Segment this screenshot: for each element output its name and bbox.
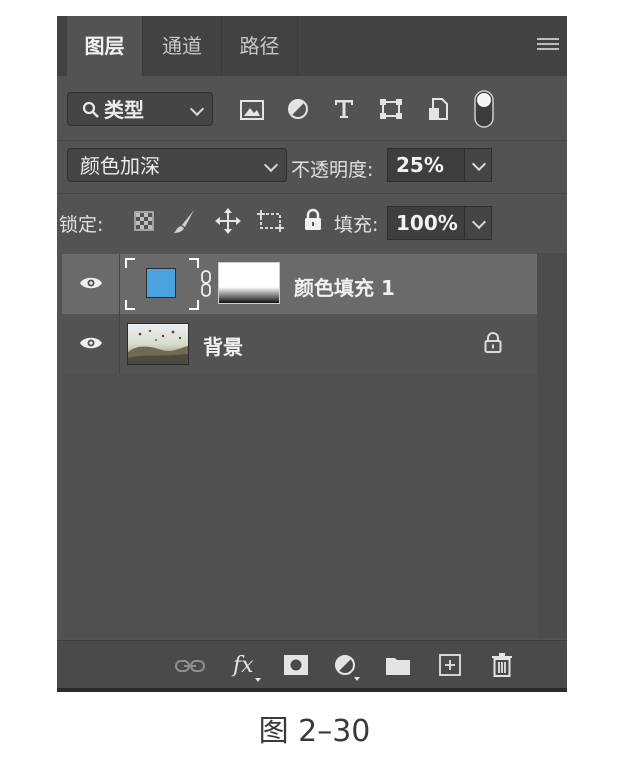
opacity-field[interactable]: 25% (387, 148, 465, 182)
new-group-icon[interactable] (386, 655, 410, 675)
fx-icon[interactable]: fx (231, 650, 263, 684)
adjustment-filter-icon[interactable] (287, 98, 309, 120)
chevron-down-icon (471, 214, 487, 230)
lock-image-pixels-icon[interactable] (172, 208, 196, 234)
link-layers-icon[interactable] (175, 658, 205, 674)
layer-visibility-cell (62, 254, 120, 314)
lock-transparent-pixels-icon[interactable] (134, 211, 154, 231)
filter-toggle-icon[interactable] (473, 90, 495, 130)
panel-menu-icon[interactable] (537, 38, 559, 54)
opacity-dropdown[interactable] (464, 148, 492, 182)
svg-text:fx: fx (231, 653, 254, 678)
delete-layer-icon[interactable] (491, 652, 513, 678)
tab-channels[interactable]: 通道 (143, 16, 221, 76)
filter-type-select[interactable]: 类型 (67, 92, 213, 126)
tab-paths[interactable]: 路径 (222, 16, 297, 76)
add-mask-icon[interactable] (284, 655, 308, 675)
lock-row: 锁定: 填充: 100% (57, 194, 567, 252)
figure-caption: 图 2–30 (258, 714, 371, 749)
lock-label: 锁定: (59, 214, 104, 236)
opacity-label: 不透明度: (291, 159, 374, 181)
layer-mask-thumbnail[interactable] (218, 262, 280, 304)
chevron-down-icon (263, 157, 279, 173)
filter-type-label: 类型 (104, 98, 144, 122)
layer-row[interactable]: 背景 (62, 314, 537, 375)
search-icon (82, 101, 99, 118)
background-layer-thumbnail[interactable] (127, 323, 189, 365)
chevron-down-icon (189, 101, 205, 117)
fill-label: 填充: (334, 214, 379, 236)
layer-list-scrollbar[interactable] (537, 253, 567, 638)
layer-fill-thumbnail[interactable] (146, 268, 176, 298)
smart-object-filter-icon[interactable] (427, 98, 449, 122)
filter-row: 类型 (57, 76, 567, 140)
layer-link-icon[interactable] (200, 270, 212, 298)
layer-name[interactable]: 背景 (203, 331, 243, 360)
lock-artboard-icon[interactable] (257, 209, 285, 233)
layer-name[interactable]: 颜色填充 1 (294, 272, 395, 301)
lock-position-icon[interactable] (215, 208, 241, 234)
blend-row: 颜色加深 不透明度: 25% (57, 141, 567, 193)
adjustment-layer-icon[interactable] (333, 653, 363, 681)
layers-bottom-toolbar: fx (57, 640, 567, 692)
chevron-down-icon (471, 156, 487, 172)
tab-layers[interactable]: 图层 (67, 16, 142, 76)
layer-visibility-cell (62, 314, 120, 374)
lock-all-icon[interactable] (303, 208, 323, 232)
eye-icon[interactable] (79, 335, 103, 351)
new-layer-icon[interactable] (439, 654, 461, 676)
eye-icon[interactable] (79, 275, 103, 291)
fill-dropdown[interactable] (464, 206, 492, 240)
blend-mode-select[interactable]: 颜色加深 (67, 148, 287, 182)
image-filter-icon[interactable] (240, 100, 264, 120)
panel-tab-bar: 图层 通道 路径 (57, 16, 567, 76)
shape-filter-icon[interactable] (379, 98, 403, 120)
type-filter-icon[interactable] (333, 98, 355, 120)
layer-lock-icon (484, 332, 502, 353)
fill-field[interactable]: 100% (387, 206, 465, 240)
layer-row[interactable]: 颜色填充 1 (62, 254, 537, 314)
layers-panel: 图层 通道 路径 类型 颜色加深 不透明度: 25% 锁定: 填充: 100% … (57, 16, 567, 692)
layer-list-empty-area (62, 374, 537, 638)
panel-bottom-edge (57, 688, 567, 692)
blend-mode-value: 颜色加深 (80, 154, 160, 178)
